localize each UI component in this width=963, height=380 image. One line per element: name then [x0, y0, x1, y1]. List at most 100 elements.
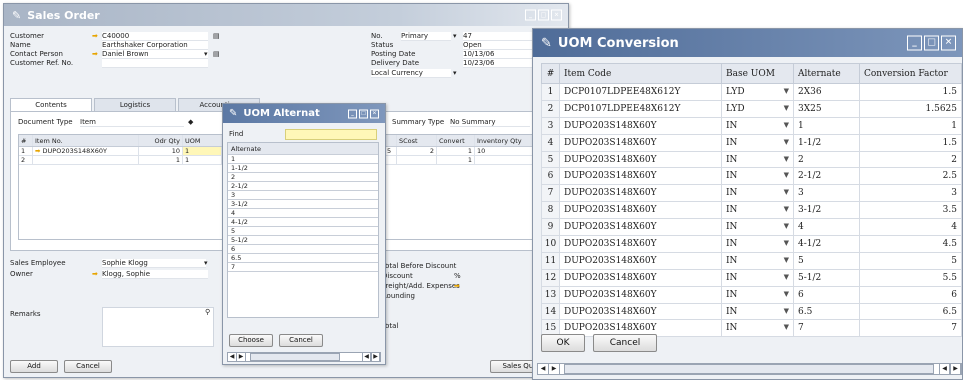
list-item[interactable]: 6.5: [228, 254, 378, 263]
col-header-conversion-factor[interactable]: Conversion Factor: [859, 63, 962, 84]
ok-button[interactable]: OK: [541, 334, 585, 352]
table-row[interactable]: 4 DUPO203S148X60Y IN ▼ 1-1/2 1.5: [541, 133, 962, 152]
table-row[interactable]: 5 2 1 10: [385, 147, 533, 156]
list-item[interactable]: 6: [228, 245, 378, 254]
chevron-down-icon[interactable]: ▼: [784, 323, 789, 331]
item-code-cell[interactable]: DUPO203S148X60Y: [559, 184, 722, 203]
cancel-button[interactable]: Cancel: [593, 334, 657, 352]
base-uom-cell[interactable]: IN ▼: [721, 235, 794, 253]
table-row[interactable]: 7 DUPO203S148X60Y IN ▼ 3 3: [541, 184, 962, 203]
scroll-left-icon[interactable]: ◀: [538, 364, 549, 374]
scroll-right-icon[interactable]: ▶: [371, 353, 380, 361]
customer-field[interactable]: C40000: [102, 32, 208, 41]
remarks-textarea[interactable]: [102, 307, 214, 347]
chevron-down-icon[interactable]: ▼: [784, 155, 789, 163]
chevron-down-icon[interactable]: ▼: [784, 121, 789, 129]
name-field[interactable]: Earthshaker Corporation: [102, 41, 208, 50]
uom-conversion-titlebar[interactable]: ✎ UOM Conversion _ □ ✕: [533, 29, 962, 57]
item-code-cell[interactable]: DCP0107LDPEE48X612Y: [559, 83, 722, 101]
conversion-factor-cell[interactable]: 4: [859, 218, 962, 237]
base-uom-cell[interactable]: IN ▼: [721, 251, 794, 270]
list-item[interactable]: 2: [228, 173, 378, 182]
uom-alternate-titlebar[interactable]: ✎ UOM Alternat _ □ ✕: [223, 104, 385, 123]
base-uom-cell[interactable]: IN ▼: [721, 167, 794, 186]
find-input[interactable]: [285, 129, 377, 140]
chevron-down-icon[interactable]: ▼: [784, 104, 789, 112]
scroll-right-icon[interactable]: ▶: [237, 353, 246, 361]
list-item[interactable]: 3: [228, 191, 378, 200]
table-row[interactable]: 3 DUPO203S148X60Y IN ▼ 1 1: [541, 116, 962, 135]
chevron-down-icon[interactable]: ▾: [453, 69, 457, 78]
maximize-icon[interactable]: □: [538, 9, 549, 21]
scroll-right-icon[interactable]: ▶: [950, 364, 961, 374]
col-header-alternate[interactable]: Alternate: [793, 63, 860, 84]
chevron-down-icon[interactable]: ▾: [204, 50, 208, 59]
qty-cell[interactable]: 10: [139, 147, 183, 155]
chevron-down-icon[interactable]: ▼: [784, 222, 789, 230]
conversion-factor-cell[interactable]: 6: [859, 285, 962, 304]
item-code-cell[interactable]: DUPO203S148X60Y: [559, 150, 722, 169]
conversion-factor-cell[interactable]: 3.5: [859, 201, 962, 220]
table-row[interactable]: 10 DUPO203S148X60Y IN ▼ 4-1/2 4.5: [541, 235, 962, 253]
qty-cell[interactable]: 1: [139, 156, 183, 164]
base-uom-cell[interactable]: IN ▼: [721, 319, 794, 338]
search-icon[interactable]: ⚲: [205, 308, 210, 317]
choose-from-list-icon[interactable]: ▤: [213, 50, 220, 59]
conversion-factor-cell[interactable]: 6.5: [859, 302, 962, 321]
maximize-icon[interactable]: □: [359, 109, 368, 118]
sort-icon[interactable]: ◆: [188, 118, 193, 127]
cell[interactable]: 5: [385, 147, 397, 155]
convert-cell[interactable]: 1: [437, 156, 475, 164]
chevron-down-icon[interactable]: ▼: [784, 256, 789, 264]
table-row[interactable]: 6 DUPO203S148X60Y IN ▼ 2-1/2 2.5: [541, 167, 962, 186]
item-no-cell[interactable]: [33, 156, 139, 164]
list-item[interactable]: 3-1/2: [228, 200, 378, 209]
conversion-factor-cell[interactable]: 1: [859, 116, 962, 135]
scroll-thumb[interactable]: [564, 364, 934, 374]
scroll-thumb[interactable]: [250, 353, 340, 361]
base-uom-cell[interactable]: IN ▼: [721, 116, 794, 135]
minimize-icon[interactable]: _: [348, 109, 357, 118]
series-select[interactable]: Primary: [401, 32, 451, 41]
alternate-cell[interactable]: 2X36: [793, 83, 860, 101]
table-row[interactable]: 9 DUPO203S148X60Y IN ▼ 4 4: [541, 218, 962, 237]
col-header-convert[interactable]: Convert: [437, 135, 475, 146]
base-uom-cell[interactable]: LYD ▼: [721, 83, 794, 101]
alternate-cell[interactable]: 6: [793, 285, 860, 304]
item-code-cell[interactable]: DUPO203S148X60Y: [559, 167, 722, 186]
customer-ref-field[interactable]: [102, 59, 208, 68]
table-row[interactable]: 11 DUPO203S148X60Y IN ▼ 5 5: [541, 251, 962, 270]
base-uom-cell[interactable]: IN ▼: [721, 133, 794, 152]
choose-from-list-icon[interactable]: ▤: [213, 32, 220, 41]
item-code-cell[interactable]: DUPO203S148X60Y: [559, 235, 722, 253]
col-header-item-code[interactable]: Item Code: [559, 63, 722, 84]
item-code-cell[interactable]: DUPO203S148X60Y: [559, 133, 722, 152]
item-code-cell[interactable]: DUPO203S148X60Y: [559, 302, 722, 321]
base-uom-cell[interactable]: IN ▼: [721, 218, 794, 237]
list-item[interactable]: 4: [228, 209, 378, 218]
maximize-icon[interactable]: □: [924, 35, 939, 51]
posting-date-field[interactable]: 10/13/06: [463, 50, 533, 59]
alternate-cell[interactable]: 7: [793, 319, 860, 338]
col-header-item-no[interactable]: Item No.: [33, 135, 139, 146]
chevron-down-icon[interactable]: ▼: [784, 239, 789, 247]
table-row[interactable]: 1 DCP0107LDPEE48X612Y LYD ▼ 2X36 1.5: [541, 83, 962, 101]
chevron-down-icon[interactable]: ▼: [784, 273, 789, 281]
horizontal-scrollbar[interactable]: ◀ ▶ ◀ ▶: [227, 352, 381, 362]
table-row[interactable]: 5 DUPO203S148X60Y IN ▼ 2 2: [541, 150, 962, 169]
summary-type-select[interactable]: No Summary: [450, 118, 530, 127]
base-uom-cell[interactable]: IN ▼: [721, 285, 794, 304]
item-code-cell[interactable]: DUPO203S148X60Y: [559, 268, 722, 287]
table-row[interactable]: 2 1 1: [19, 156, 222, 165]
alternate-cell[interactable]: 2-1/2: [793, 167, 860, 186]
alternate-cell[interactable]: 4-1/2: [793, 235, 860, 253]
scost-cell[interactable]: [397, 156, 437, 164]
alternate-cell[interactable]: 2: [793, 150, 860, 169]
conversion-factor-cell[interactable]: 3: [859, 184, 962, 203]
list-item[interactable]: 2-1/2: [228, 182, 378, 191]
tab-contents[interactable]: Contents: [10, 98, 92, 111]
sales-employee-select[interactable]: Sophie Klogg: [102, 259, 206, 268]
alternate-cell[interactable]: 6.5: [793, 302, 860, 321]
scroll-left-icon[interactable]: ◀: [939, 364, 950, 374]
owner-field[interactable]: Klogg, Sophie: [102, 270, 208, 279]
